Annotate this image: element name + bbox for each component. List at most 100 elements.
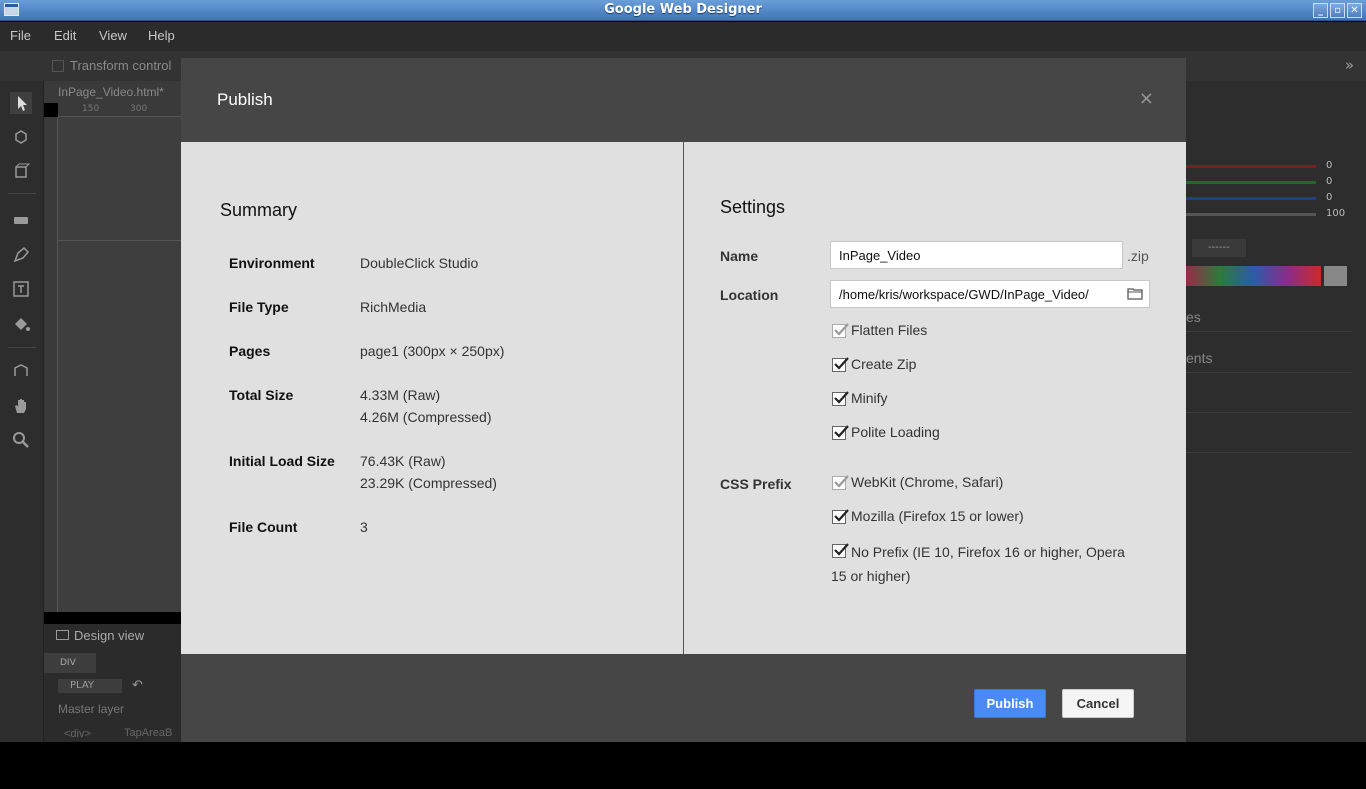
blue-slider[interactable] (1186, 197, 1316, 200)
no-prefix-option[interactable]: No Prefix (IE 10, Firefox 16 or higher, … (831, 542, 1152, 584)
window-titlebar: Google Web Designer _ ▫ ✕ (0, 0, 1366, 21)
minify-checkbox[interactable] (832, 391, 849, 406)
canvas-guide (58, 240, 181, 241)
create-zip-label: Create Zip (851, 356, 917, 372)
location-value: /home/kris/workspace/GWD/InPage_Video/ (839, 287, 1089, 302)
panel-row-properties[interactable]: es (1186, 305, 1352, 332)
3d-rotation-tool-icon[interactable] (10, 160, 32, 182)
publish-button[interactable]: Publish (974, 689, 1046, 718)
blue-value[interactable]: 0 (1326, 192, 1332, 203)
tap-area-layer-label[interactable]: TapAreaB (124, 727, 172, 739)
transform-control-label: Transform control (70, 58, 172, 73)
dialog-body: Summary Environment DoubleClick Studio F… (181, 142, 1186, 654)
environment-label: Environment (229, 255, 315, 271)
menu-bar: File Edit View Help (0, 22, 1366, 51)
polite-loading-label: Polite Loading (851, 424, 940, 440)
design-view-tab[interactable]: Design view (74, 628, 144, 643)
tools-separator (8, 347, 36, 348)
color-swatch[interactable] (1324, 266, 1347, 286)
environment-value: DoubleClick Studio (360, 255, 479, 271)
selection-tool-icon[interactable] (10, 92, 32, 114)
hand-tool-icon[interactable] (10, 395, 32, 417)
text-tool-icon[interactable] (10, 278, 32, 300)
initial-load-size-raw: 76.43K (Raw) (360, 453, 446, 469)
window-title: Google Web Designer (604, 2, 762, 17)
panel-row[interactable] (1186, 413, 1352, 453)
green-slider[interactable] (1186, 181, 1316, 184)
horizontal-ruler: 150 300 (58, 103, 181, 117)
publish-dialog: Publish × Summary Environment DoubleClic… (181, 58, 1186, 742)
zoom-tool-icon[interactable] (10, 429, 32, 451)
red-value[interactable]: 0 (1326, 160, 1332, 171)
fill-tool-icon[interactable] (10, 313, 32, 335)
pages-value: page1 (300px × 250px) (360, 343, 505, 359)
create-zip-checkbox[interactable] (832, 357, 849, 372)
pages-label: Pages (229, 343, 271, 359)
stage-canvas[interactable] (58, 117, 181, 612)
initial-load-size-label: Initial Load Size (229, 453, 335, 469)
close-icon[interactable]: × (1139, 88, 1154, 109)
tools-panel (0, 81, 44, 742)
red-slider[interactable] (1186, 165, 1316, 168)
mozilla-prefix-checkbox[interactable] (832, 509, 849, 524)
transform-control-checkbox[interactable] (52, 60, 64, 72)
menu-edit[interactable]: Edit (54, 28, 76, 43)
menu-help[interactable]: Help (148, 28, 175, 43)
play-button[interactable]: PLAY (58, 679, 122, 693)
file-type-label: File Type (229, 299, 289, 315)
close-window-button[interactable]: ✕ (1347, 3, 1362, 18)
play-label: PLAY (70, 680, 95, 691)
ruler-label: 150 (82, 104, 100, 114)
location-input[interactable]: /home/kris/workspace/GWD/InPage_Video/ (830, 280, 1150, 308)
3d-translation-tool-icon[interactable] (10, 360, 32, 382)
total-size-label: Total Size (229, 387, 294, 403)
name-label: Name (720, 248, 759, 264)
mozilla-prefix-label: Mozilla (Firefox 15 or lower) (851, 508, 1024, 524)
maximize-button[interactable]: ▫ (1330, 3, 1345, 18)
location-label: Location (720, 287, 779, 303)
minimize-button[interactable]: _ (1313, 3, 1328, 18)
document-tab[interactable]: InPage_Video.html* (44, 81, 181, 103)
name-input[interactable]: InPage_Video (830, 241, 1123, 269)
dialog-header: Publish × (181, 58, 1186, 142)
element-breadcrumb[interactable]: DIV (44, 653, 96, 673)
undo-icon[interactable]: ↶ (132, 678, 143, 693)
ruler-label: 300 (130, 104, 148, 114)
alpha-value[interactable]: 100 (1326, 208, 1345, 219)
webkit-prefix-checkbox[interactable] (832, 475, 849, 490)
properties-panel: 0 0 0 100 ------ es ents (1186, 81, 1366, 742)
alpha-slider[interactable] (1186, 213, 1316, 216)
3d-object-tool-icon[interactable] (10, 126, 32, 148)
folder-icon[interactable] (1127, 287, 1143, 300)
tag-tool-icon[interactable] (10, 209, 32, 231)
summary-title: Summary (220, 200, 298, 220)
no-prefix-label: No Prefix (IE 10, Firefox 16 or higher, … (831, 544, 1125, 584)
color-spectrum[interactable] (1186, 266, 1321, 286)
timeline-panel: Design view DIV PLAY ↶ Master layer <div… (44, 624, 181, 742)
master-layer-label: Master layer (58, 702, 125, 716)
design-view-icon[interactable] (56, 630, 69, 640)
vertical-ruler (44, 117, 58, 612)
minify-label: Minify (851, 390, 888, 406)
menu-file[interactable]: File (10, 28, 31, 43)
tools-separator (8, 193, 36, 194)
dialog-title: Publish (217, 90, 273, 109)
flatten-files-label: Flatten Files (851, 322, 928, 338)
dialog-footer: Publish Cancel (181, 654, 1186, 742)
flatten-files-checkbox[interactable] (832, 323, 849, 338)
expand-panels-icon[interactable]: » (1345, 56, 1354, 74)
cancel-button[interactable]: Cancel (1062, 689, 1134, 718)
file-count-label: File Count (229, 519, 298, 535)
panel-row-components[interactable]: ents (1186, 346, 1352, 373)
css-prefix-label: CSS Prefix (720, 476, 792, 492)
panel-row[interactable] (1186, 373, 1352, 413)
div-layer-label[interactable]: <div> (64, 728, 91, 740)
green-value[interactable]: 0 (1326, 176, 1332, 187)
settings-title: Settings (720, 197, 786, 217)
column-divider (683, 142, 684, 654)
pen-tool-icon[interactable] (10, 244, 32, 266)
total-size-raw: 4.33M (Raw) (360, 387, 441, 403)
polite-loading-checkbox[interactable] (832, 425, 849, 440)
menu-view[interactable]: View (99, 28, 127, 43)
hex-color-field[interactable]: ------ (1192, 239, 1246, 257)
